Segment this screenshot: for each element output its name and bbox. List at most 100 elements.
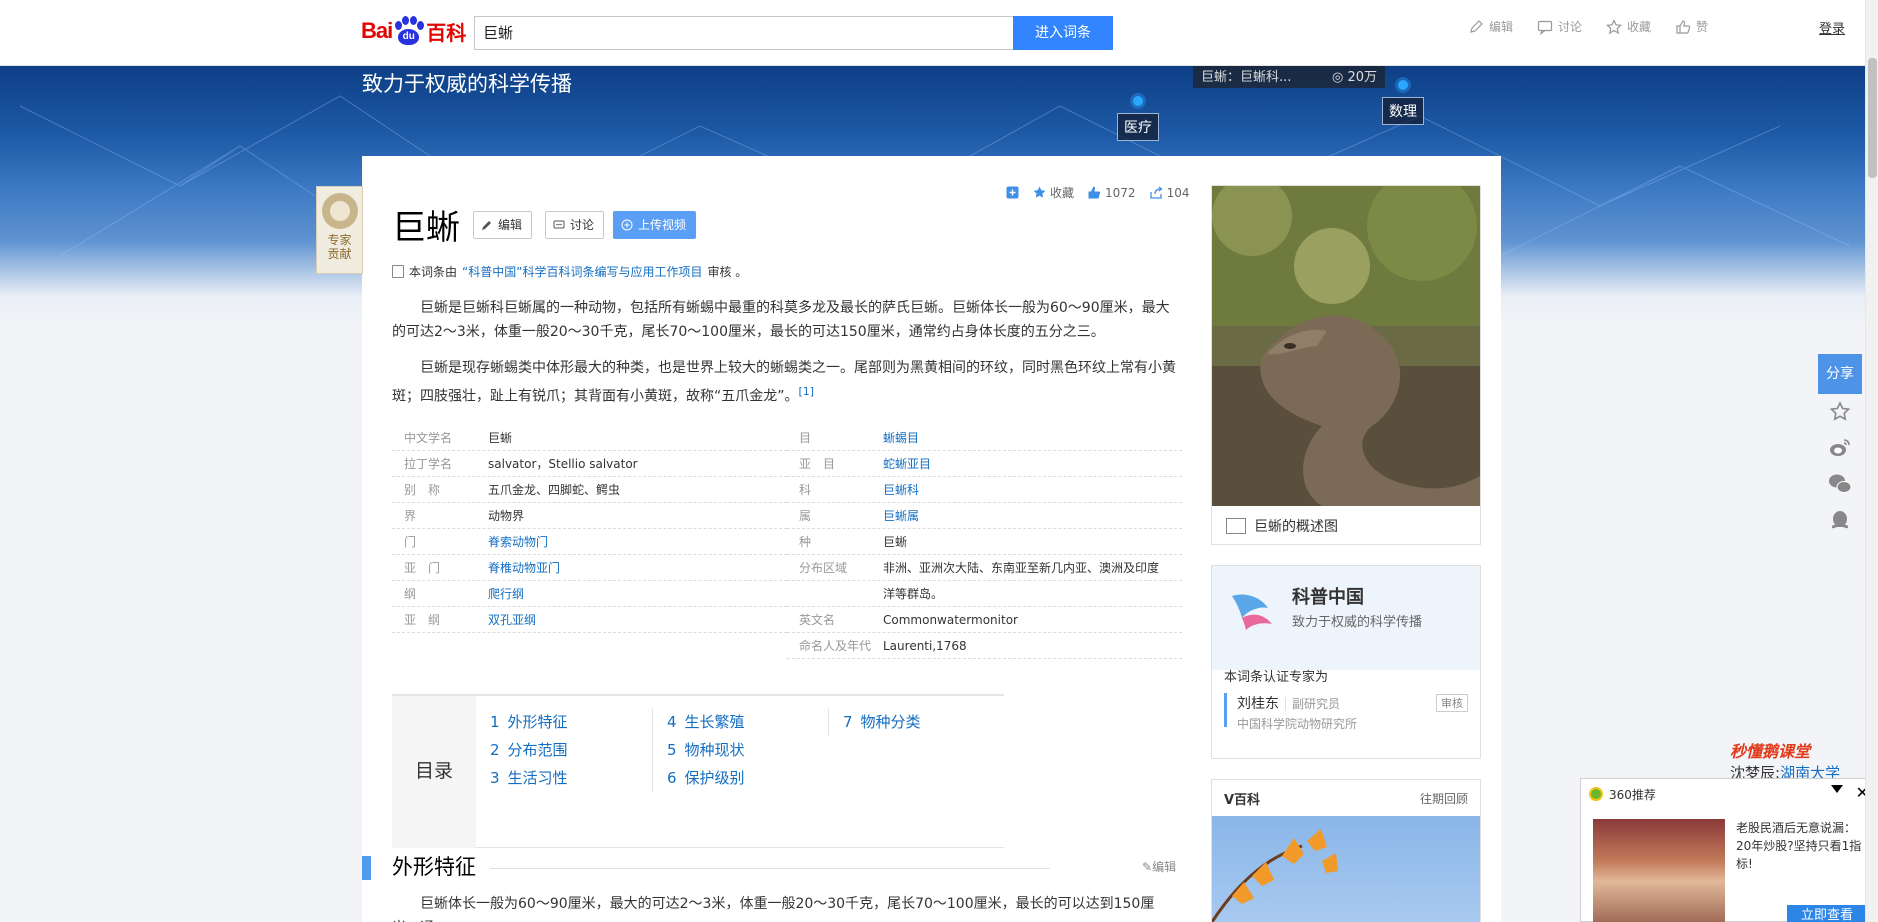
document-icon xyxy=(392,265,404,278)
info-column-right: 目 蜥蜴目亚 目 蛇蜥亚目科 巨蜥科属 巨蜥属种 巨蜥 分布区域 非洲、亚洲次大陆、东南亚至新… xyxy=(787,425,1182,659)
info-value-link[interactable]: 巨蜥科 xyxy=(883,481,919,498)
baidu-baike-logo[interactable]: Bai du 百科 xyxy=(361,12,466,50)
map-tag-medical[interactable]: 医疗 xyxy=(1117,113,1159,141)
collect-share-button[interactable] xyxy=(1818,394,1862,430)
info-key: 目 xyxy=(799,431,812,445)
v-baike-title: V百科 xyxy=(1224,792,1261,808)
like-button[interactable]: 1072 xyxy=(1088,186,1136,200)
search-input[interactable]: 巨蜥 xyxy=(474,16,1014,50)
edit-button[interactable]: 编辑 xyxy=(473,211,533,239)
picture-caption[interactable]: 巨蜥的概述图 xyxy=(1226,516,1338,536)
toc-entry-label: 物种分类 xyxy=(860,713,921,731)
plus-circle-icon xyxy=(621,219,633,231)
info-key: 属 xyxy=(799,509,812,523)
map-tag-math[interactable]: 数理 xyxy=(1382,97,1424,125)
ad-brand-logo[interactable]: 秒懂鹅课堂 xyxy=(1730,738,1810,762)
login-link[interactable]: 登录 xyxy=(1819,18,1845,37)
info-value-link[interactable]: 爬行纲 xyxy=(488,585,524,602)
weibo-share-button[interactable] xyxy=(1818,430,1862,466)
logo-baike: 百科 xyxy=(426,20,467,45)
info-value-link[interactable]: 巨蜥属 xyxy=(883,507,919,524)
upload-video-button[interactable]: 上传视频 xyxy=(613,211,697,239)
enter-entry-button[interactable]: 进入词条 xyxy=(1013,16,1113,50)
science-china-name: 科普中国 xyxy=(1292,587,1364,608)
banner-slogan: 致力于权威的科学传播 xyxy=(362,72,572,96)
toc-entry[interactable]: 3 生活习性 xyxy=(476,764,651,792)
info-key: 种 xyxy=(799,535,812,549)
expert-role-badge: 审核 xyxy=(1436,694,1468,712)
collapse-icon[interactable] xyxy=(1831,785,1843,793)
info-key: 英文名 xyxy=(799,613,836,627)
star-icon xyxy=(1829,401,1851,421)
section-marker xyxy=(362,856,371,880)
v-baike-thumbnail[interactable] xyxy=(1212,816,1480,922)
info-row: 目 蜥蜴目 xyxy=(787,425,1182,451)
reference-link[interactable]: [1] xyxy=(799,385,815,398)
info-value-link[interactable]: 双孔亚纲 xyxy=(488,611,536,628)
info-row: 分布区域 非洲、亚洲次大陆、东南亚至新几内亚、澳洲及印度 xyxy=(787,555,1182,581)
info-value-link[interactable]: 蛇蜥亚目 xyxy=(883,455,931,472)
monitor-lizard-photo[interactable] xyxy=(1212,186,1480,506)
info-value-link[interactable]: 脊椎动物亚门 xyxy=(488,559,560,576)
entry-stats: 收藏 1072 104 xyxy=(1006,184,1189,201)
star-icon xyxy=(1033,186,1046,198)
top-discuss-button[interactable]: 讨论 xyxy=(1537,18,1582,35)
banner-video-chip[interactable]: 巨蜥：巨蜥科... ◎ 20万 xyxy=(1193,64,1385,88)
info-row: 亚 目 蛇蜥亚目 xyxy=(787,451,1182,477)
info-value-link[interactable]: 脊索动物门 xyxy=(488,533,548,550)
info-row: 属 巨蜥属 xyxy=(787,503,1182,529)
top-like-button[interactable]: 赞 xyxy=(1675,18,1708,35)
info-key: 命名人及年代 xyxy=(799,639,872,653)
page-scrollbar[interactable] xyxy=(1865,0,1878,922)
v-baike-card: V百科 往期回顾 xyxy=(1211,779,1481,922)
info-row: 种 巨蜥 xyxy=(787,529,1182,555)
info-value-link[interactable]: 蜥蜴目 xyxy=(883,429,919,446)
scrollbar-thumb[interactable] xyxy=(1868,58,1877,178)
toc-entry[interactable]: 1 外形特征 xyxy=(476,708,651,736)
info-key: 纲 xyxy=(404,587,417,601)
top-bar: Bai du 百科 巨蜥 进入词条 编辑 讨论 收藏 赞 登录 xyxy=(0,0,1878,66)
review-project-link[interactable]: “科普中国”科学百科词条编写与应用工作项目 xyxy=(462,263,702,280)
popup-headline[interactable]: 老股民酒后无意说漏：20年炒股?坚持只看1指标! xyxy=(1736,819,1871,873)
section-edit-button[interactable]: ✎编辑 xyxy=(1142,858,1176,875)
science-china-header[interactable]: 科普中国 致力于权威的科学传播 xyxy=(1212,566,1480,670)
top-collect-button[interactable]: 收藏 xyxy=(1606,18,1651,35)
info-row: 亚 纲 双孔亚纲 xyxy=(392,607,787,633)
info-row: 界 动物界 xyxy=(392,503,787,529)
info-value: 非洲、亚洲次大陆、东南亚至新几内亚、澳洲及印度 xyxy=(883,561,1160,575)
share-button[interactable]: 104 xyxy=(1149,186,1189,200)
page-title: 巨蜥 xyxy=(392,208,460,248)
view-now-button[interactable]: 立即查看 xyxy=(1787,905,1867,922)
expert-contribution-tag[interactable]: 专家贡献 xyxy=(316,186,363,274)
add-button[interactable] xyxy=(1006,186,1019,199)
toc-entry-label: 外形特征 xyxy=(507,713,568,731)
toc-entry[interactable]: 2 分布范围 xyxy=(476,736,651,764)
v-baike-history-link[interactable]: 往期回顾 xyxy=(1420,790,1468,807)
info-key: 亚 纲 xyxy=(404,613,441,627)
collect-button[interactable]: 收藏 xyxy=(1033,184,1074,201)
top-edit-button[interactable]: 编辑 xyxy=(1468,18,1513,35)
info-row: 洋等群岛。 xyxy=(787,581,1182,607)
toc-entry[interactable]: 7 物种分类 xyxy=(829,708,1003,736)
summary-picture-card[interactable]: 巨蜥的概述图 xyxy=(1211,185,1481,545)
share-label[interactable]: 分享 xyxy=(1818,354,1862,394)
toc-entry[interactable]: 6 保护级别 xyxy=(653,764,827,792)
wechat-icon xyxy=(1829,474,1852,493)
info-key: 科 xyxy=(799,483,812,497)
section-title: 外形特征 xyxy=(392,855,476,879)
toc-entry-label: 分布范围 xyxy=(507,741,568,759)
expert-item[interactable]: 刘桂东 副研究员 中国科学院动物研究所 审核 xyxy=(1224,693,1468,731)
info-key: 拉丁学名 xyxy=(404,457,453,471)
info-row: 命名人及年代 Laurenti,1768 xyxy=(787,633,1182,659)
wechat-share-button[interactable] xyxy=(1818,466,1862,502)
discuss-button[interactable]: 讨论 xyxy=(545,211,605,239)
toc-column: 4 生长繁殖 5 物种现状 6 保护级别 xyxy=(652,708,827,792)
popup-thumbnail[interactable] xyxy=(1593,819,1725,922)
toc-entry[interactable]: 5 物种现状 xyxy=(653,736,827,764)
qq-share-button[interactable] xyxy=(1818,502,1862,538)
thumbs-up-icon xyxy=(1676,19,1691,34)
info-row: 亚 门 脊椎动物亚门 xyxy=(392,555,787,581)
certify-label: 本词条认证专家为 xyxy=(1224,670,1329,685)
toc-entry[interactable]: 4 生长繁殖 xyxy=(653,708,827,736)
entry-card: 巨蜥 编辑 讨论 上传视频 收藏 1072 104 本词条由 “科普中国”科学百… xyxy=(362,156,1501,922)
